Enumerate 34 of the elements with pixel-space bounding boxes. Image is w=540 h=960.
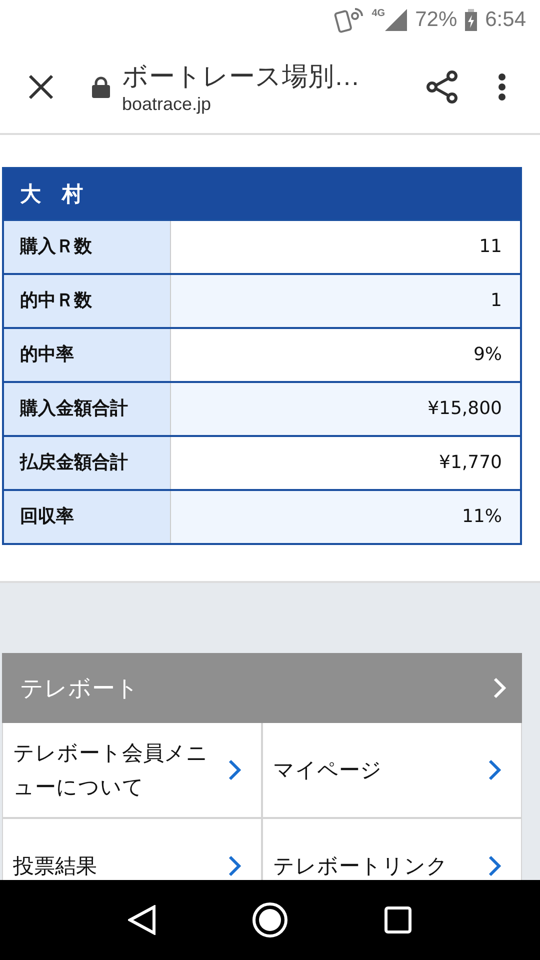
menu-link[interactable]: テレボートリンク	[263, 819, 521, 880]
row-label: 購入Ｒ数	[4, 221, 171, 273]
recents-icon[interactable]	[384, 906, 412, 934]
battery-percent: 72%	[415, 8, 458, 32]
lock-icon	[92, 76, 110, 98]
chevron-right-icon	[493, 677, 506, 699]
close-icon[interactable]	[28, 74, 54, 100]
row-value: ¥15,800	[171, 383, 520, 435]
row-label: 的中率	[4, 329, 171, 381]
clock-time: 6:54	[485, 8, 526, 32]
signal-icon	[385, 9, 408, 31]
chevron-right-icon	[228, 855, 241, 877]
chevron-right-icon	[488, 759, 501, 781]
row-value: 11%	[171, 491, 520, 543]
battery-charging-icon	[465, 9, 478, 31]
table-title: 大 村	[4, 169, 520, 219]
page-url: boatrace.jp	[122, 94, 212, 114]
chevron-right-icon	[228, 759, 241, 781]
menu-icon[interactable]	[498, 72, 506, 100]
chevron-right-icon	[488, 855, 501, 877]
row-label: 購入金額合計	[4, 383, 171, 435]
row-label: 払戻金額合計	[4, 437, 171, 489]
row-label: 的中Ｒ数	[4, 275, 171, 327]
row-label: 回収率	[4, 491, 171, 543]
menu-link[interactable]: マイページ	[263, 723, 521, 817]
menu-link[interactable]: テレボート会員メニューについて	[3, 723, 261, 817]
page-title: ボートレース場別…	[122, 60, 361, 92]
network-type: 4G	[372, 8, 386, 19]
menu-link[interactable]: 投票結果	[3, 819, 261, 880]
home-icon[interactable]	[252, 902, 288, 938]
share-icon[interactable]	[426, 70, 458, 104]
row-value: 1	[171, 275, 520, 327]
phone-signal-icon	[334, 7, 364, 33]
back-icon[interactable]	[128, 905, 156, 935]
